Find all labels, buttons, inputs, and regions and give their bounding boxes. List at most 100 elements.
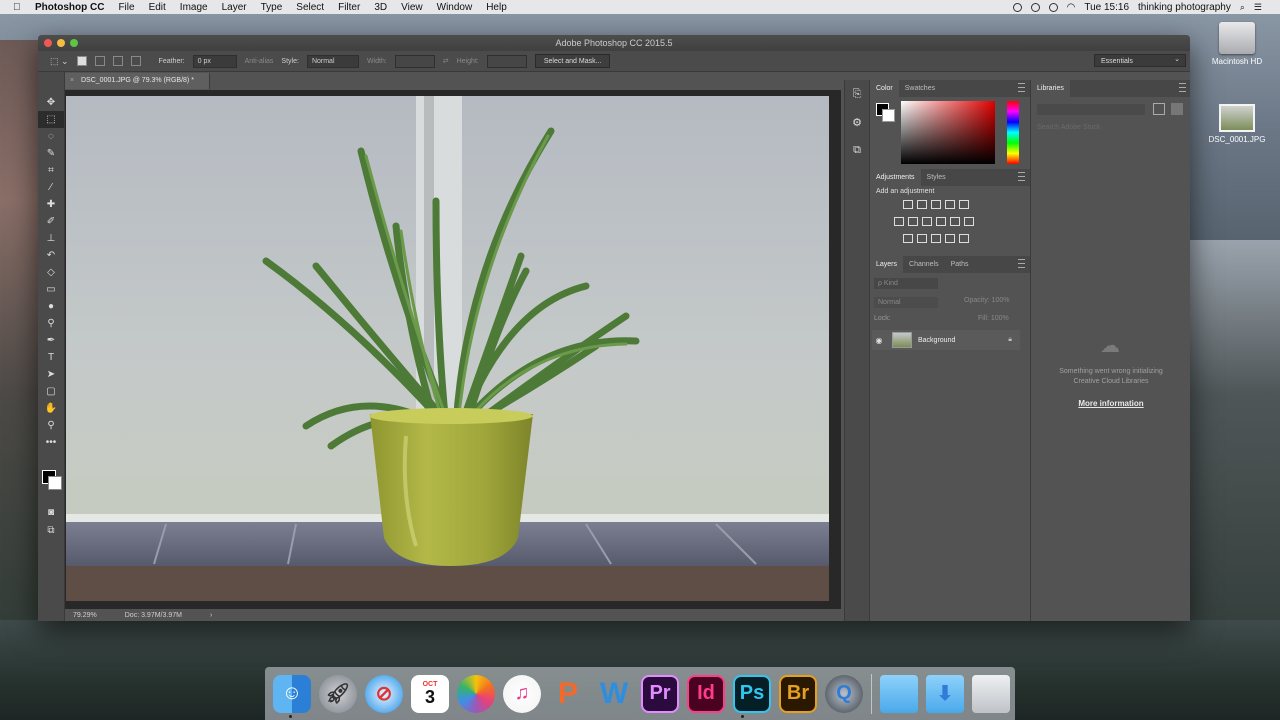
cc-icon[interactable]	[1048, 2, 1058, 12]
color-lookup-icon[interactable]	[964, 217, 974, 226]
tab-layers[interactable]: Layers	[870, 256, 904, 273]
gradient-map-icon[interactable]	[945, 234, 955, 243]
desktop-icon-macintosh-hd[interactable]: Macintosh HD	[1197, 22, 1277, 66]
add-selection-icon[interactable]	[94, 56, 105, 66]
window-titlebar[interactable]: Adobe Photoshop CC 2015.5	[38, 35, 1190, 51]
hue-saturation-icon[interactable]	[894, 217, 904, 226]
libraries-panel-icon[interactable]: ⧉	[845, 136, 869, 164]
tab-libraries[interactable]: Libraries	[1031, 80, 1070, 97]
calendar-icon[interactable]: OCT 3	[411, 674, 449, 713]
menu-select[interactable]: Select	[296, 2, 324, 13]
background-color-swatch[interactable]	[48, 476, 62, 490]
crop-tool-icon[interactable]: ⌗	[38, 162, 64, 179]
menu-filter[interactable]: Filter	[338, 2, 360, 13]
screen-mode-icon[interactable]: ⧉	[38, 522, 64, 539]
hand-tool-icon[interactable]: ✋	[38, 400, 64, 417]
quick-selection-tool-icon[interactable]: ✎	[38, 145, 64, 162]
move-tool-icon[interactable]: ✥	[38, 94, 64, 111]
close-document-icon[interactable]: ×	[70, 73, 74, 89]
list-view-icon[interactable]	[1171, 103, 1183, 115]
menubar-clock[interactable]: Tue 15:16	[1084, 2, 1129, 13]
minimize-window-icon[interactable]	[57, 39, 65, 47]
brightness-contrast-icon[interactable]	[903, 200, 913, 209]
layer-lock-icon[interactable]: 🔒︎	[1008, 336, 1012, 344]
tab-paths[interactable]: Paths	[945, 256, 975, 273]
spotlight-icon[interactable]: ⌕	[1240, 2, 1245, 13]
panel-menu-icon[interactable]	[1018, 172, 1025, 181]
style-select[interactable]: Normal	[306, 54, 359, 68]
apple-menu-icon[interactable]: 	[13, 2, 27, 13]
history-panel-icon[interactable]: ⎘	[845, 80, 869, 108]
history-brush-tool-icon[interactable]: ↶	[38, 247, 64, 264]
gradient-tool-icon[interactable]: ▭	[38, 281, 64, 298]
antialias-checkbox[interactable]: Anti-alias	[245, 58, 274, 65]
tab-adjustments[interactable]: Adjustments	[870, 169, 921, 186]
menu-layer[interactable]: Layer	[222, 2, 247, 13]
eraser-tool-icon[interactable]: ◇	[38, 264, 64, 281]
quick-mask-icon[interactable]: ◙	[38, 504, 64, 521]
photoshop-icon[interactable]: Ps	[733, 674, 771, 713]
document-image[interactable]	[66, 96, 829, 601]
workspace-select[interactable]: Essentials	[1094, 53, 1186, 67]
launchpad-icon[interactable]: 🚀︎	[319, 674, 357, 713]
layer-filter-select[interactable]: ρ Kind	[874, 278, 938, 289]
bridge-icon[interactable]: Br	[779, 674, 817, 713]
eyedropper-tool-icon[interactable]: ⁄	[38, 179, 64, 196]
clone-stamp-tool-icon[interactable]: ⊥	[38, 230, 64, 247]
menu-image[interactable]: Image	[180, 2, 208, 13]
properties-panel-icon[interactable]: ⚙	[845, 108, 869, 136]
menubar-user[interactable]: thinking photography	[1138, 2, 1231, 13]
more-tools-icon[interactable]: •••	[38, 434, 64, 451]
curves-icon[interactable]	[931, 200, 941, 209]
menu-file[interactable]: File	[118, 2, 134, 13]
blur-tool-icon[interactable]: ●	[38, 298, 64, 315]
healing-brush-tool-icon[interactable]: ✚	[38, 196, 64, 213]
folder-icon[interactable]	[880, 674, 918, 713]
invert-icon[interactable]	[903, 234, 913, 243]
path-selection-tool-icon[interactable]: ➤	[38, 366, 64, 383]
rectangle-tool-icon[interactable]: ▢	[38, 383, 64, 400]
threshold-icon[interactable]	[931, 234, 941, 243]
menu-app-name[interactable]: Photoshop CC	[35, 2, 104, 13]
desktop-icon-dsc-file[interactable]: DSC_0001.JPG	[1197, 104, 1277, 144]
fill-field[interactable]: Fill: 100%	[978, 315, 1009, 322]
canvas-area[interactable]	[65, 90, 841, 609]
premiere-icon[interactable]: Pr	[641, 674, 679, 713]
record-icon[interactable]	[1012, 2, 1022, 12]
black-white-icon[interactable]	[922, 217, 932, 226]
height-input[interactable]	[486, 54, 527, 68]
panel-menu-icon[interactable]	[1018, 83, 1025, 92]
wifi-icon[interactable]: ◠	[1067, 2, 1076, 13]
menu-window[interactable]: Window	[437, 2, 473, 13]
color-picker-field[interactable]	[901, 101, 995, 164]
zoom-tool-icon[interactable]: ⚲	[38, 417, 64, 434]
zoom-window-icon[interactable]	[70, 39, 78, 47]
library-select[interactable]	[1037, 104, 1145, 115]
itunes-icon[interactable]: ♫	[503, 674, 541, 713]
visibility-eye-icon[interactable]: ◉	[872, 336, 886, 345]
trash-icon[interactable]	[972, 674, 1010, 713]
status-menu-icon[interactable]: ›	[210, 612, 212, 619]
posterize-icon[interactable]	[917, 234, 927, 243]
color-balance-icon[interactable]	[908, 217, 918, 226]
tab-channels[interactable]: Channels	[903, 256, 945, 273]
library-search-input[interactable]: Search Adobe Stock	[1037, 122, 1183, 134]
close-window-icon[interactable]	[44, 39, 52, 47]
brush-tool-icon[interactable]: ✐	[38, 213, 64, 230]
finder-icon[interactable]: ☺	[273, 674, 311, 713]
swap-icon[interactable]: ⇄	[443, 57, 449, 65]
document-tab[interactable]: × DSC_0001.JPG @ 79.3% (RGB/8) *	[65, 73, 210, 89]
tab-styles[interactable]: Styles	[921, 169, 952, 186]
zoom-level[interactable]: 79.29%	[73, 612, 97, 619]
sync-icon[interactable]	[1030, 2, 1040, 12]
photos-icon[interactable]	[457, 674, 495, 713]
tab-color[interactable]: Color	[870, 80, 899, 97]
downloads-folder-icon[interactable]: ⬇	[926, 674, 964, 713]
layer-row-background[interactable]: ◉ Background 🔒︎	[872, 330, 1020, 350]
levels-icon[interactable]	[917, 200, 927, 209]
menu-edit[interactable]: Edit	[149, 2, 166, 13]
feather-input[interactable]: 0 px	[192, 54, 237, 68]
pen-tool-icon[interactable]: ✒	[38, 332, 64, 349]
blend-mode-select[interactable]: Normal	[874, 297, 938, 308]
hue-slider[interactable]	[1007, 101, 1019, 164]
